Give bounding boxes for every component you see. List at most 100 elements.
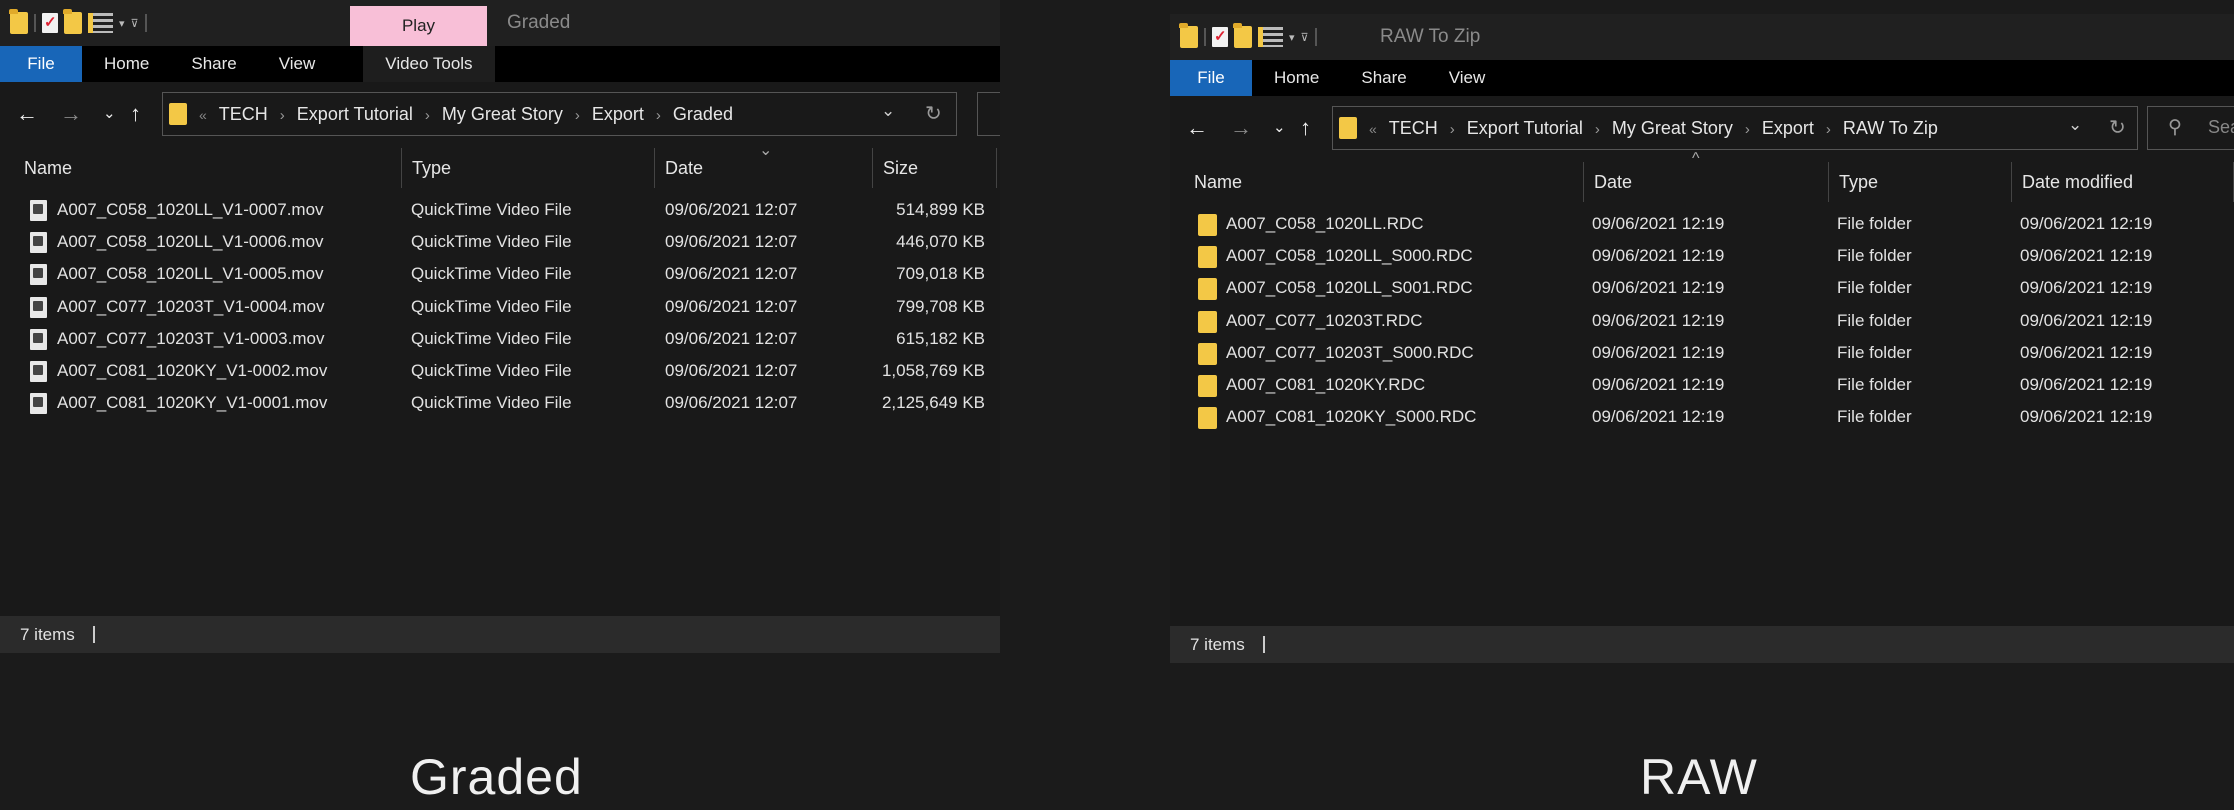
back-arrow-icon[interactable]: ← <box>16 102 38 126</box>
breadcrumb-export-tutorial[interactable]: Export Tutorial <box>1467 118 1583 138</box>
breadcrumb-tech[interactable]: TECH <box>1389 118 1438 138</box>
recent-locations-chevron-icon[interactable]: ⌄ <box>103 102 116 126</box>
search-icon: ⚲ <box>2168 117 2182 138</box>
new-folder-icon[interactable] <box>1233 23 1252 48</box>
breadcrumb-raw-to-zip[interactable]: RAW To Zip <box>1843 118 1938 138</box>
tab-share[interactable]: Share <box>170 46 257 82</box>
breadcrumb: «TECH › Export Tutorial › My Great Story › Exp… <box>1369 118 1938 138</box>
folder-date-modified: 09/06/2021 12:19 <box>2020 374 2153 394</box>
breadcrumb-my-great-story[interactable]: My Great Story <box>442 104 563 124</box>
separator <box>144 14 147 32</box>
file-size: 446,070 KB <box>896 232 985 252</box>
file-name: A007_C058_1020LL_V1-0005.mov <box>57 264 324 284</box>
column-header-date[interactable]: Date <box>1584 162 1829 202</box>
forward-arrow-icon[interactable]: → <box>1230 116 1252 140</box>
window-title: RAW To Zip <box>1380 26 1481 47</box>
folder-icon <box>1198 407 1217 430</box>
folder-date-modified: 09/06/2021 12:19 <box>2020 407 2153 427</box>
tab-file[interactable]: File <box>1170 60 1252 96</box>
folder-name: A007_C058_1020LL_S001.RDC <box>1226 278 1473 298</box>
chevron-down-icon[interactable]: ▾ <box>119 17 125 30</box>
address-dropdown-icon[interactable]: ⌄ <box>2068 115 2082 135</box>
column-header-date-modified[interactable]: Date modified <box>2012 162 2234 202</box>
table-row[interactable]: A007_C058_1020LL_S000.RDC 09/06/2021 12:1… <box>1170 240 2234 272</box>
file-name: A007_C077_10203T_V1-0004.mov <box>57 296 325 316</box>
tab-view[interactable]: View <box>258 46 337 82</box>
folder-date: 09/06/2021 12:19 <box>1592 374 1725 394</box>
breadcrumb-export-tutorial[interactable]: Export Tutorial <box>297 104 413 124</box>
refresh-icon[interactable]: ↻ <box>2109 115 2126 140</box>
tab-video-tools[interactable]: Video Tools <box>363 46 495 82</box>
folder-icon <box>1198 342 1217 365</box>
table-row[interactable]: A007_C081_1020KY.RDC 09/06/2021 12:19 File… <box>1170 369 2234 401</box>
customize-icon[interactable] <box>88 13 113 33</box>
column-header-name[interactable]: Name <box>14 148 402 188</box>
breadcrumb-tech[interactable]: TECH <box>219 104 268 124</box>
table-row[interactable]: A007_C077_10203T_V1-0003.mov QuickTime Vi… <box>0 323 1000 355</box>
up-arrow-icon[interactable]: ↑ <box>1300 116 1311 140</box>
table-row[interactable]: A007_C081_1020KY_V1-0001.mov QuickTime Vi… <box>0 387 1000 419</box>
qat-dropdown-icon[interactable]: ⊽ <box>1301 31 1309 44</box>
status-bar: 7 items <box>1170 626 2234 663</box>
column-header-type[interactable]: Type <box>1829 162 2012 202</box>
tab-view[interactable]: View <box>1428 60 1507 96</box>
table-row[interactable]: A007_C058_1020LL_V1-0006.mov QuickTime Vi… <box>0 226 1000 258</box>
column-header-name[interactable]: Name <box>1184 162 1584 202</box>
table-row[interactable]: A007_C058_1020LL_S001.RDC 09/06/2021 12:1… <box>1170 272 2234 304</box>
folder-date-modified: 09/06/2021 12:19 <box>2020 278 2153 298</box>
file-list: Name Type Date ⌄ Size A007_C058_1020LL_V… <box>0 142 1000 616</box>
back-arrow-icon[interactable]: ← <box>1186 116 1208 140</box>
forward-arrow-icon[interactable]: → <box>60 102 82 126</box>
refresh-icon[interactable]: ↻ <box>925 101 942 126</box>
tab-home[interactable]: Home <box>1252 60 1340 96</box>
video-file-icon <box>30 296 47 318</box>
new-folder-icon[interactable] <box>63 9 82 34</box>
overflow-chevron-icon[interactable]: « <box>1369 121 1377 137</box>
recent-locations-chevron-icon[interactable]: ⌄ <box>1273 116 1286 140</box>
folder-name: A007_C081_1020KY_S000.RDC <box>1226 407 1477 427</box>
file-name: A007_C077_10203T_V1-0003.mov <box>57 328 325 348</box>
table-row[interactable]: A007_C058_1020LL_V1-0005.mov QuickTime Vi… <box>0 258 1000 290</box>
file-date: 09/06/2021 12:07 <box>665 264 798 284</box>
overflow-chevron-icon[interactable]: « <box>199 107 207 123</box>
properties-check-icon[interactable] <box>42 13 58 33</box>
table-row[interactable]: A007_C077_10203T_V1-0004.mov QuickTime Vi… <box>0 291 1000 323</box>
address-bar[interactable]: «TECH › Export Tutorial › My Great Story › Exp… <box>162 92 957 136</box>
caption-graded: Graded <box>410 749 583 805</box>
folder-date-modified: 09/06/2021 12:19 <box>2020 342 2153 362</box>
file-size: 1,058,769 KB <box>881 360 985 380</box>
folder-date: 09/06/2021 12:19 <box>1592 407 1725 427</box>
tab-file[interactable]: File <box>0 46 82 82</box>
folder-type: File folder <box>1837 246 1912 266</box>
address-dropdown-icon[interactable]: ⌄ <box>881 101 895 121</box>
customize-icon[interactable] <box>1258 27 1283 47</box>
table-row[interactable]: A007_C058_1020LL.RDC 09/06/2021 12:19 File… <box>1170 208 2234 240</box>
search-box[interactable] <box>977 92 1000 136</box>
folder-icon[interactable] <box>1179 23 1198 48</box>
tab-home[interactable]: Home <box>82 46 170 82</box>
tab-share[interactable]: Share <box>1340 60 1427 96</box>
qat-dropdown-icon[interactable]: ⊽ <box>131 17 139 30</box>
address-bar[interactable]: «TECH › Export Tutorial › My Great Story › Exp… <box>1332 106 2138 150</box>
table-row[interactable]: A007_C077_10203T_S000.RDC 09/06/2021 12:1… <box>1170 337 2234 369</box>
table-row[interactable]: A007_C077_10203T.RDC 09/06/2021 12:19 File… <box>1170 305 2234 337</box>
breadcrumb-graded[interactable]: Graded <box>673 104 733 124</box>
file-size: 514,899 KB <box>896 200 985 219</box>
breadcrumb-my-great-story[interactable]: My Great Story <box>1612 118 1733 138</box>
up-arrow-icon[interactable]: ↑ <box>130 102 141 126</box>
folder-date: 09/06/2021 12:19 <box>1592 246 1725 266</box>
context-tab-play[interactable]: Play <box>350 6 487 46</box>
folder-icon[interactable] <box>9 9 28 34</box>
chevron-down-icon[interactable]: ▾ <box>1289 31 1295 44</box>
breadcrumb-export[interactable]: Export <box>592 104 644 124</box>
column-header-type[interactable]: Type <box>402 148 655 188</box>
search-box[interactable]: ⚲ Sea <box>2147 106 2234 150</box>
column-header-size[interactable]: Size <box>873 148 997 188</box>
file-type: QuickTime Video File <box>411 393 572 413</box>
breadcrumb-export[interactable]: Export <box>1762 118 1814 138</box>
table-row[interactable]: A007_C058_1020LL_V1-0007.mov QuickTime Vi… <box>0 194 1000 226</box>
table-row[interactable]: A007_C081_1020KY_S000.RDC 09/06/2021 12:1… <box>1170 401 2234 433</box>
file-name: A007_C058_1020LL_V1-0007.mov <box>57 200 324 219</box>
properties-check-icon[interactable] <box>1212 27 1228 47</box>
table-row[interactable]: A007_C081_1020KY_V1-0002.mov QuickTime Vi… <box>0 355 1000 387</box>
